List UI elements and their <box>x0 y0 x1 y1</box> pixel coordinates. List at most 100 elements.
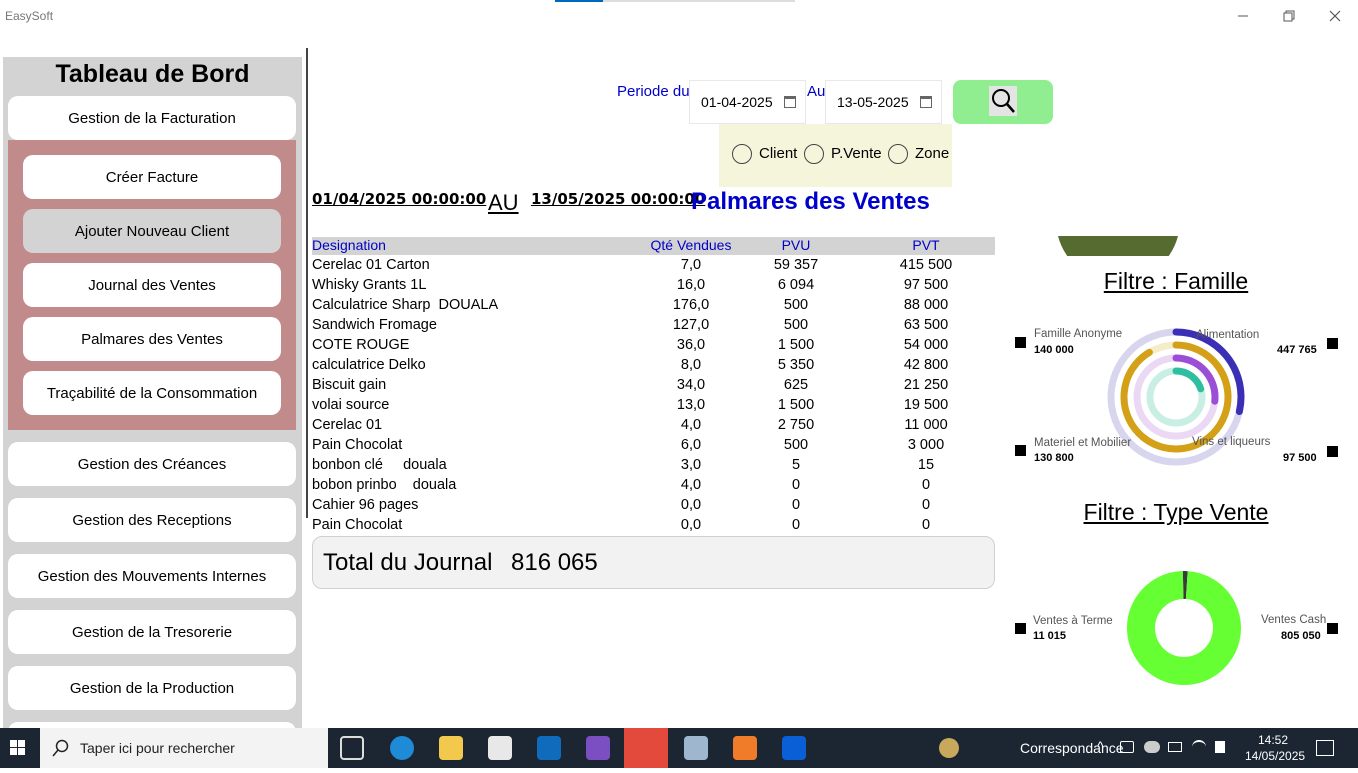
legend-terme-name: Ventes à Terme <box>1033 615 1113 627</box>
cell-designation: COTE ROUGE <box>312 337 409 353</box>
legend-alimentation-value: 447 765 <box>1277 344 1317 356</box>
app-icon[interactable] <box>733 736 757 760</box>
ajouter-client-button[interactable]: Ajouter Nouveau Client <box>23 209 281 253</box>
opera-icon[interactable] <box>624 728 668 768</box>
cell-qte: 16,0 <box>641 277 741 293</box>
search-button[interactable] <box>953 80 1053 124</box>
cell-pvu: 0 <box>746 517 846 533</box>
ring-vins-et-liqueurs[interactable] <box>1176 371 1201 389</box>
meet-icon[interactable] <box>1120 741 1134 753</box>
weather-text[interactable]: Correspondance <box>1020 740 1124 756</box>
edge-icon[interactable] <box>390 736 414 760</box>
table-row[interactable]: Cahier 96 pages0,000 <box>312 497 995 517</box>
table-row[interactable]: Pain Chocolat0,000 <box>312 517 995 537</box>
sidebar-scrollbar[interactable] <box>306 48 308 518</box>
calendar-icon[interactable] <box>920 96 932 108</box>
radio-pvente-label: P.Vente <box>831 145 882 162</box>
table-row[interactable]: Cerelac 01 Carton7,059 357415 500 <box>312 257 995 277</box>
production-button[interactable]: Gestion de la Production <box>8 666 296 710</box>
table-row[interactable]: Calculatrice Sharp DOUALA176,050088 000 <box>312 297 995 317</box>
total-box: Total du Journal 816 065 <box>312 536 995 589</box>
cell-pvt: 54 000 <box>876 337 976 353</box>
table-row[interactable]: bobon prinbo douala4,000 <box>312 477 995 497</box>
table-row[interactable]: Whisky Grants 1L16,06 09497 500 <box>312 277 995 297</box>
cell-pvu: 1 500 <box>746 397 846 413</box>
volume-icon[interactable] <box>1215 741 1225 753</box>
cell-pvt: 97 500 <box>876 277 976 293</box>
table-row[interactable]: Biscuit gain34,062521 250 <box>312 377 995 397</box>
creer-facture-button[interactable]: Créer Facture <box>23 155 281 199</box>
file-explorer-icon[interactable] <box>439 736 463 760</box>
wifi-icon[interactable] <box>1192 740 1206 754</box>
date-to-field[interactable]: 13-05-2025 <box>825 80 942 124</box>
previous-chart-fragment <box>1058 236 1178 256</box>
restore-button[interactable] <box>1266 0 1312 32</box>
chevron-up-icon[interactable]: ^ <box>1097 738 1104 754</box>
journal-ventes-button[interactable]: Journal des Ventes <box>23 263 281 307</box>
notification-icon[interactable] <box>1316 740 1334 756</box>
minimize-icon <box>1237 10 1249 22</box>
legend-vins-value: 97 500 <box>1283 452 1317 464</box>
battery-icon[interactable] <box>1168 742 1182 752</box>
minimize-button[interactable] <box>1220 0 1266 32</box>
cell-designation: Sandwich Fromage <box>312 317 437 333</box>
legend-terme-value: 11 015 <box>1033 630 1066 642</box>
table-row[interactable]: Sandwich Fromage127,050063 500 <box>312 317 995 337</box>
legend-alimentation-name: Alimentation <box>1196 329 1259 341</box>
cell-pvu: 5 350 <box>746 357 846 373</box>
close-button[interactable] <box>1312 0 1358 32</box>
date-from-field[interactable]: 01-04-2025 <box>689 80 806 124</box>
cell-pvt: 19 500 <box>876 397 976 413</box>
clock-date[interactable]: 14/05/2025 <box>1245 749 1305 763</box>
total-value: 816 065 <box>511 549 598 577</box>
visual-studio-icon[interactable] <box>586 736 610 760</box>
cell-designation: volai source <box>312 397 389 413</box>
cell-pvu: 59 357 <box>746 257 846 273</box>
sidebar-title: Tableau de Bord <box>3 60 302 89</box>
app-icon-2[interactable] <box>782 736 806 760</box>
taskbar-search[interactable]: Taper ici pour rechercher <box>40 728 328 768</box>
table-row[interactable]: Cerelac 014,02 75011 000 <box>312 417 995 437</box>
table-row[interactable]: calculatrice Delko8,05 35042 800 <box>312 357 995 377</box>
tresorerie-button[interactable]: Gestion de la Tresorerie <box>8 610 296 654</box>
onedrive-icon[interactable] <box>1144 741 1160 753</box>
radio-zone[interactable] <box>888 144 908 164</box>
mouvements-internes-button[interactable]: Gestion des Mouvements Internes <box>8 554 296 598</box>
store-icon[interactable] <box>488 736 512 760</box>
weather-icon[interactable] <box>939 738 959 758</box>
table-row[interactable]: Pain Chocolat6,05003 000 <box>312 437 995 457</box>
receptions-button[interactable]: Gestion des Receptions <box>8 498 296 542</box>
table-header: Designation Qté Vendues PVU PVT <box>312 237 995 255</box>
radio-pvente[interactable] <box>804 144 824 164</box>
cell-designation: Calculatrice Sharp DOUALA <box>312 297 498 313</box>
creances-button[interactable]: Gestion des Créances <box>8 442 296 486</box>
clock-time[interactable]: 14:52 <box>1258 733 1288 747</box>
outlook-icon[interactable] <box>537 736 561 760</box>
legend-famille-anonyme-name: Famille Anonyme <box>1034 328 1122 340</box>
remote-desktop-icon[interactable] <box>684 736 708 760</box>
table-row[interactable]: COTE ROUGE36,01 50054 000 <box>312 337 995 357</box>
radio-client[interactable] <box>732 144 752 164</box>
cell-pvt: 42 800 <box>876 357 976 373</box>
tracabilite-button[interactable]: Traçabilité de la Consommation <box>23 371 281 415</box>
calendar-icon[interactable] <box>784 96 796 108</box>
task-view-icon[interactable] <box>340 736 364 760</box>
cell-pvt: 15 <box>876 457 976 473</box>
cell-designation: Cahier 96 pages <box>312 497 418 513</box>
sidebar: Tableau de Bord Gestion de la Facturatio… <box>3 57 302 728</box>
facturation-button[interactable]: Gestion de la Facturation <box>8 96 296 140</box>
cell-pvu: 500 <box>746 317 846 333</box>
table-row[interactable]: bonbon clé douala3,0515 <box>312 457 995 477</box>
cell-qte: 36,0 <box>641 337 741 353</box>
report-date-from: 01/04/2025 00:00:00 <box>312 190 486 208</box>
taskbar-search-placeholder: Taper ici pour rechercher <box>80 740 235 756</box>
legend-marker <box>1015 445 1026 456</box>
cell-pvt: 0 <box>876 497 976 513</box>
table-row[interactable]: volai source13,01 50019 500 <box>312 397 995 417</box>
search-icon <box>52 739 70 757</box>
start-button[interactable] <box>0 728 40 768</box>
palmares-ventes-button[interactable]: Palmares des Ventes <box>23 317 281 361</box>
cell-pvu: 6 094 <box>746 277 846 293</box>
radio-zone-label: Zone <box>915 145 949 162</box>
cell-qte: 34,0 <box>641 377 741 393</box>
